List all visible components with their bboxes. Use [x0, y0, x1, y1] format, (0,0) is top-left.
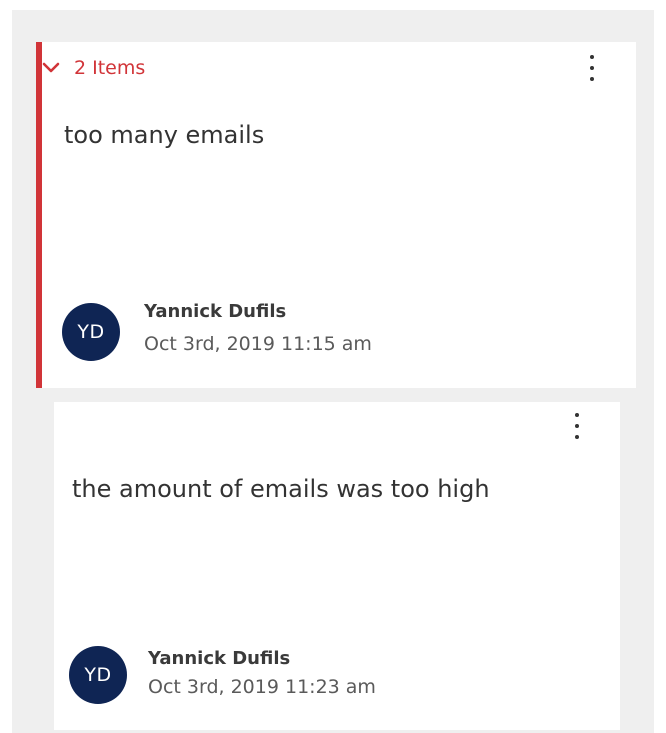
avatar: YD [62, 303, 120, 361]
main-comment-timestamp: Oct 3rd, 2019 11:15 am [144, 333, 372, 355]
thread-item-count: 2 Items [74, 57, 146, 79]
avatar: YD [69, 646, 127, 704]
thread-group-toggle[interactable]: 2 Items [40, 52, 145, 84]
avatar-initials: YD [77, 321, 105, 343]
main-comment-more-button[interactable] [578, 50, 606, 86]
more-vertical-icon [590, 55, 594, 81]
main-comment-text: too many emails [64, 121, 265, 149]
reply-more-button[interactable] [563, 408, 591, 444]
chevron-down-icon [42, 62, 60, 73]
more-vertical-icon [575, 413, 579, 439]
comments-panel [12, 10, 654, 733]
avatar-initials: YD [84, 664, 112, 686]
thread-accent-bar [36, 42, 42, 388]
reply-comment-text: the amount of emails was too high [72, 475, 490, 503]
reply-author: Yannick Dufils [148, 648, 291, 669]
reply-timestamp: Oct 3rd, 2019 11:23 am [148, 676, 376, 698]
main-comment-author: Yannick Dufils [144, 301, 287, 322]
